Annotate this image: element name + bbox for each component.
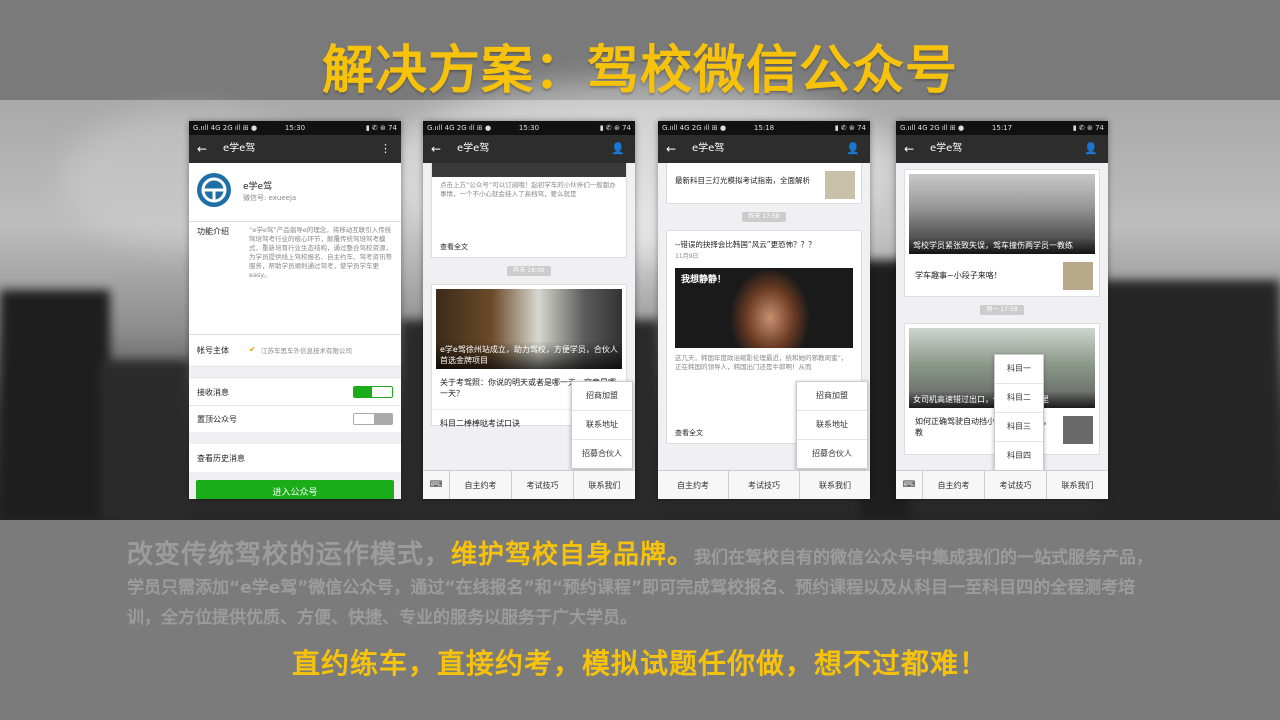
menu-contact-us[interactable]: 联系我们 [574, 471, 635, 499]
verified-icon: ✔ [249, 345, 256, 354]
news-image: e学e驾徐州站成立，助力驾校，方便学员，合伙人首选金牌项目 [436, 289, 622, 369]
status-bar: G.ııll 4G 2G ıll ⊞ ● 15:30 ▮ ✆ ⊛ 74 [423, 121, 635, 135]
pin-row: 置顶公众号 [189, 406, 401, 432]
read-more-link[interactable]: 查看全文 [440, 242, 468, 253]
article-summary: 点击上方“公众号”可以订阅哦！起初学车的小伙伴们一般都办事情，一个不小心就会挂入… [440, 181, 616, 198]
status-bar: G.ııll 4G 2G ıll ⊞ ● 15:17 ▮ ✆ ⊛ 74 [896, 121, 1108, 135]
menu-item-subject-3[interactable]: 科目三 [995, 413, 1043, 442]
receive-toggle[interactable] [353, 386, 393, 398]
menu-item-subject-4[interactable]: 科目四 [995, 442, 1043, 470]
back-arrow-icon[interactable]: ← [431, 135, 441, 163]
intro-row: 功能介绍 “e学e驾”产品倡导e的理念，将移动互联引入传统驾培驾考行业的核心环节… [189, 222, 401, 335]
news-item-1[interactable]: 学车趣事~小段子来咯！ [915, 270, 1002, 281]
phone-screen-feed-1: G.ııll 4G 2G ıll ⊞ ● 15:30 ▮ ✆ ⊛ 74 ← e学… [423, 121, 635, 499]
news-caption: e学e驾徐州站成立，助力驾校，方便学员，合伙人首选金牌项目 [436, 341, 622, 369]
news-card-1[interactable]: 驾校学员紧张致失误，驾车撞伤两学员一教练 学车趣事~小段子来咯！ [904, 169, 1100, 297]
article-date: 11月9日 [675, 253, 699, 260]
status-bar: G.ııll 4G 2G ıll ⊞ ● 15:18 ▮ ✆ ⊛ 74 [658, 121, 870, 135]
news-caption: 驾校学员紧张致失误，驾车撞伤两学员一教练 [909, 237, 1095, 254]
menu-contact-us[interactable]: 联系我们 [1047, 471, 1108, 499]
article-body: 这几天，韩国年度政治缩影伦理最近，统和她的邪教闺蜜”，正在韩国的领导人，韩国出门… [675, 354, 848, 371]
submenu-popup: 招商加盟 联系地址 招募合伙人 [571, 381, 633, 469]
nav-title: e学e驾 [930, 143, 963, 154]
nav-title: e学e驾 [692, 143, 725, 154]
article-image: 我想静静！ [675, 268, 853, 348]
owner-value: 江苏车思车外信息技术有限公司 [261, 347, 352, 355]
back-arrow-icon[interactable]: ← [197, 135, 207, 163]
description-paragraph: 改变传统驾校的运作模式，维护驾校自身品牌。我们在驾校自有的微信公众号中集成我们的… [127, 534, 1157, 633]
logo-icon [197, 173, 231, 207]
keyboard-icon[interactable]: ⌨ [896, 471, 923, 499]
timestamp: 周一 17:58 [980, 305, 1024, 315]
keyboard-icon[interactable]: ⌨ [423, 471, 450, 499]
article-headline: --错误的抉择会比韩国“风云”更恐怖？？？ [675, 240, 816, 249]
history-row[interactable]: 查看历史消息 [189, 444, 401, 472]
receive-row: 接收消息 [189, 379, 401, 406]
article-thumbnail [825, 171, 855, 199]
profile-name: e学e驾 [243, 182, 273, 192]
enter-account-button[interactable]: 进入公众号 [196, 480, 394, 499]
menu-item-subject-1[interactable]: 科目一 [995, 355, 1043, 384]
bottom-menu-bar: 自主约考 考试技巧 联系我们 [658, 470, 870, 499]
person-icon[interactable]: 👤 [846, 135, 860, 163]
receive-label: 接收消息 [197, 388, 229, 397]
slogan: 直约练车，直接约考，模拟试题任你做，想不过都难！ [291, 647, 988, 680]
description-lead: 改变传统驾校的运作模式， [127, 540, 452, 570]
history-label: 查看历史消息 [197, 454, 245, 463]
nav-bar: ← e学e驾 👤 [658, 135, 870, 163]
submenu-popup: 招商加盟 联系地址 招募合伙人 [796, 381, 868, 469]
nav-bar: ← e学e驾 ⋮ [189, 135, 401, 163]
menu-contact-us[interactable]: 联系我们 [800, 471, 870, 499]
bottom-menu-bar: ⌨ 自主约考 考试技巧 联系我们 [423, 470, 635, 499]
back-arrow-icon[interactable]: ← [666, 135, 676, 163]
news-thumbnail [1063, 416, 1093, 444]
description-highlight: 维护驾校自身品牌。 [451, 540, 695, 570]
owner-row: 帐号主体 ✔ 江苏车思车外信息技术有限公司 [189, 335, 401, 365]
pin-toggle[interactable] [353, 413, 393, 425]
menu-item-invest[interactable]: 招商加盟 [797, 382, 867, 411]
status-bar: G.ııll 4G 2G ıll ⊞ ● 15:30 ▮ ✆ ⊛ 74 [189, 121, 401, 135]
person-icon[interactable]: 👤 [1084, 135, 1098, 163]
more-menu-icon[interactable]: ⋮ [380, 135, 391, 163]
menu-item-address[interactable]: 联系地址 [797, 411, 867, 440]
timestamp: 昨天 18:00 [507, 266, 551, 276]
read-more-link[interactable]: 查看全文 [675, 428, 703, 439]
nav-bar: ← e学e驾 👤 [896, 135, 1108, 163]
back-arrow-icon[interactable]: ← [904, 135, 914, 163]
phone-screen-profile: G.ııll 4G 2G ıll ⊞ ● 15:30 ▮ ✆ ⊛ 74 ← e学… [189, 121, 401, 499]
phone-screen-feed-3: G.ııll 4G 2G ıll ⊞ ● 15:17 ▮ ✆ ⊛ 74 ← e学… [896, 121, 1108, 499]
intro-label: 功能介绍 [197, 227, 229, 236]
menu-item-invest[interactable]: 招商加盟 [572, 382, 632, 411]
article-list-item[interactable]: 最新科目三灯光模拟考试指南，全面解析 [666, 163, 862, 204]
menu-item-partner[interactable]: 招募合伙人 [572, 440, 632, 468]
image-overlay-text: 我想静静！ [681, 275, 727, 285]
submenu-popup: 科目一 科目二 科目三 科目四 [994, 354, 1044, 471]
article-card[interactable]: 点击上方“公众号”可以订阅哦！起初学车的小伙伴们一般都办事情，一个不小心就会挂入… [431, 163, 627, 258]
person-icon[interactable]: 👤 [611, 135, 625, 163]
menu-item-address[interactable]: 联系地址 [572, 411, 632, 440]
menu-item-subject-2[interactable]: 科目二 [995, 384, 1043, 413]
intro-text: “e学e驾”产品倡导e的理念，将移动互联引入传统驾培驾考行业的核心环节，颠覆传统… [249, 226, 392, 279]
owner-label: 帐号主体 [197, 346, 229, 355]
menu-self-booking[interactable]: 自主约考 [450, 471, 512, 499]
menu-exam-tips[interactable]: 考试技巧 [729, 471, 800, 499]
bottom-menu-bar: ⌨ 自主约考 考试技巧 联系我们 [896, 470, 1108, 499]
news-thumbnail [1063, 262, 1093, 290]
menu-item-partner[interactable]: 招募合伙人 [797, 440, 867, 468]
menu-exam-tips[interactable]: 考试技巧 [985, 471, 1047, 499]
news-image: 驾校学员紧张致失误，驾车撞伤两学员一教练 [909, 174, 1095, 254]
nav-title: e学e驾 [223, 143, 256, 154]
article-title: 最新科目三灯光模拟考试指南，全面解析 [675, 176, 810, 185]
nav-title: e学e驾 [457, 143, 490, 154]
menu-exam-tips[interactable]: 考试技巧 [512, 471, 574, 499]
phone-screen-feed-2: G.ııll 4G 2G ıll ⊞ ● 15:18 ▮ ✆ ⊛ 74 ← e学… [658, 121, 870, 499]
timestamp: 昨天 17:58 [742, 212, 786, 222]
wechat-id: 微信号: exueeja [243, 194, 297, 202]
pin-label: 置顶公众号 [197, 415, 237, 424]
nav-bar: ← e学e驾 👤 [423, 135, 635, 163]
menu-self-booking[interactable]: 自主约考 [923, 471, 985, 499]
page-title: 解决方案：驾校微信公众号 [321, 41, 958, 101]
menu-self-booking[interactable]: 自主约考 [658, 471, 729, 499]
profile-header: e学e驾 微信号: exueeja [189, 163, 401, 222]
